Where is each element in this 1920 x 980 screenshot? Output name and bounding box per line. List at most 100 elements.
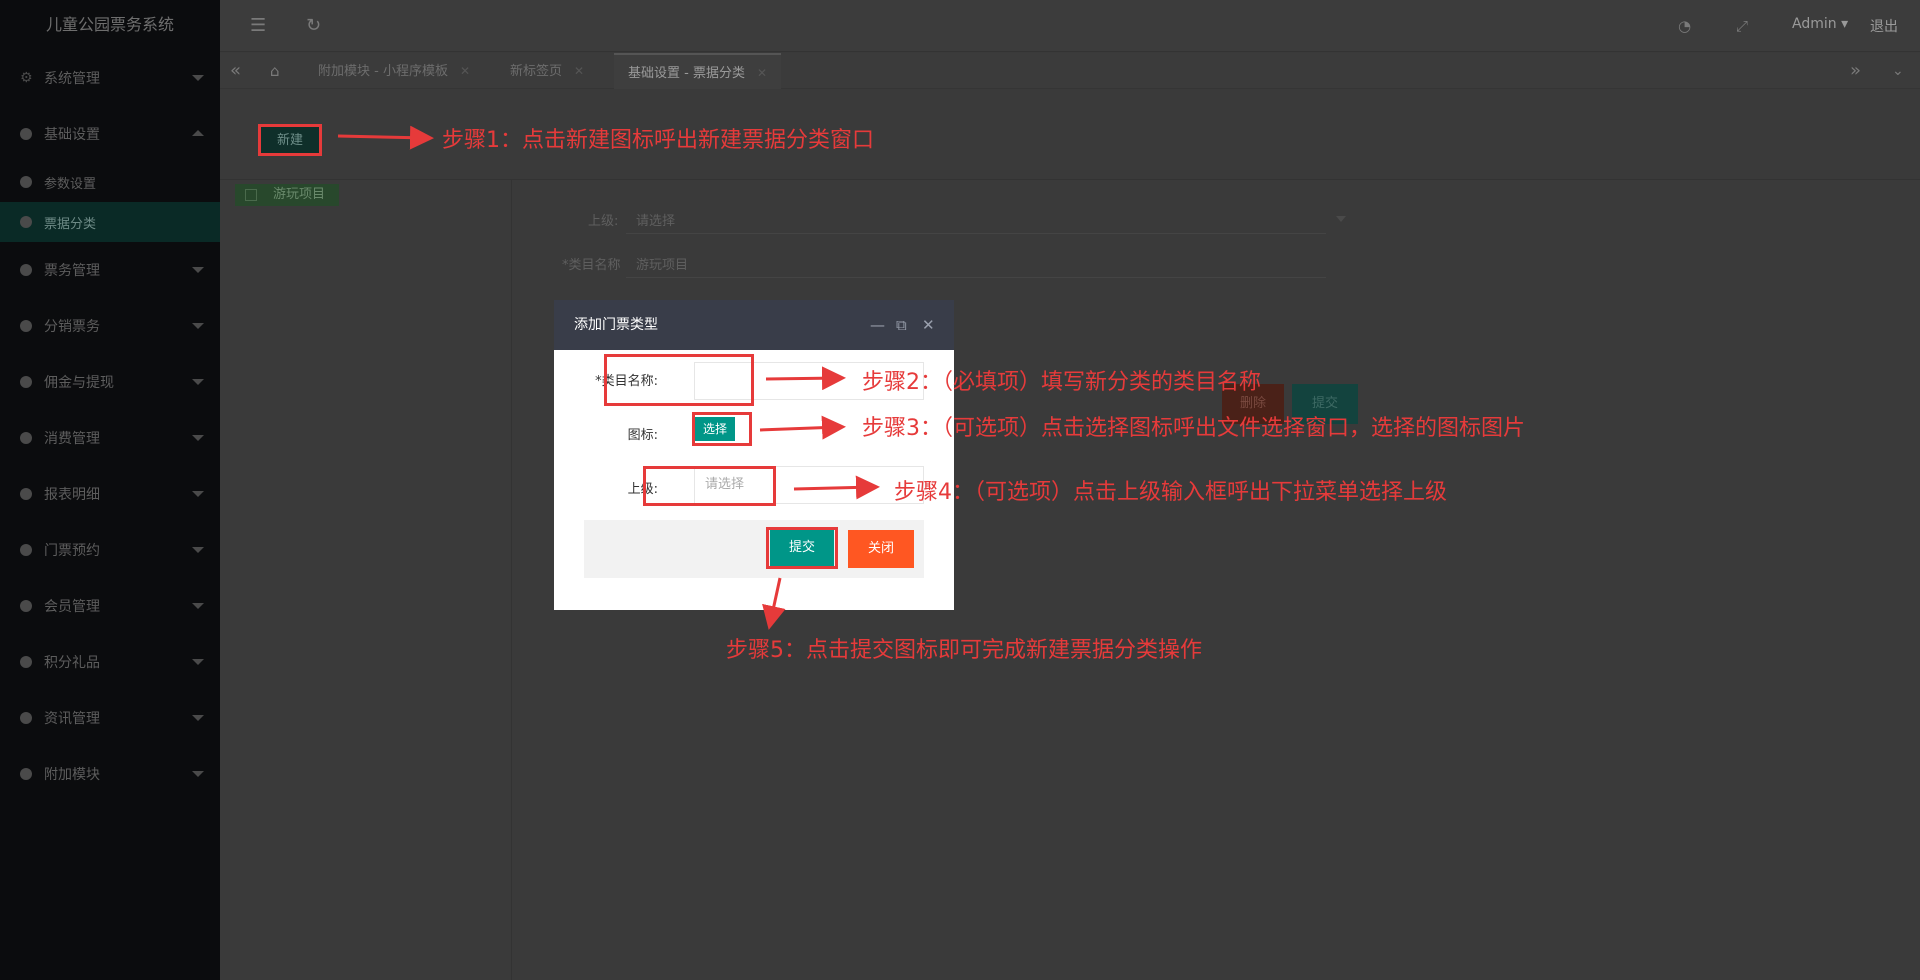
new-button[interactable]: 新建	[258, 124, 322, 156]
sidebar-item-label: 票务管理	[44, 263, 100, 279]
chevron-down-icon	[192, 659, 204, 665]
sidebar-item-label: 佣金与提现	[44, 375, 114, 391]
tabs-scroll-right-icon[interactable]: »	[1850, 59, 1861, 83]
parent-select[interactable]: 请选择	[626, 202, 1326, 234]
sidebar-item-label: 系统管理	[44, 71, 100, 87]
sidebar-item-points-gifts[interactable]: 积分礼品	[0, 634, 220, 690]
sidebar-subitem-label: 参数设置	[44, 176, 97, 192]
chevron-up-icon	[192, 130, 204, 136]
dialog-title: 添加门票类型	[574, 317, 658, 333]
annotation-box	[766, 527, 838, 569]
home-icon[interactable]: ⌂	[270, 59, 280, 83]
sidebar-item-addons[interactable]: 附加模块	[0, 746, 220, 802]
category-name-label: *类目名称	[562, 258, 621, 273]
circle-icon	[20, 656, 32, 668]
theme-icon[interactable]: ◔	[1678, 14, 1691, 38]
sidebar-item-consumption[interactable]: 消费管理	[0, 410, 220, 466]
sidebar-item-news[interactable]: 资讯管理	[0, 690, 220, 746]
sidebar-item-basic-settings[interactable]: 基础设置	[0, 106, 220, 162]
circle-icon	[20, 176, 32, 188]
close-icon[interactable]: ✕	[574, 64, 584, 78]
circle-icon	[20, 768, 32, 780]
refresh-icon[interactable]: ↻	[306, 14, 321, 38]
sidebar-item-label: 会员管理	[44, 599, 100, 615]
user-menu[interactable]: Admin ▾	[1792, 16, 1848, 32]
circle-icon	[20, 432, 32, 444]
chevron-down-icon	[192, 323, 204, 329]
circle-icon	[20, 320, 32, 332]
sidebar-item-booking[interactable]: 门票预约	[0, 522, 220, 578]
tab-new[interactable]: 新标签页 ✕	[496, 53, 598, 89]
maximize-icon[interactable]: ⧉	[896, 300, 907, 350]
sidebar-item-ticketing[interactable]: 票务管理	[0, 242, 220, 298]
step5-annotation: 步骤5：点击提交图标即可完成新建票据分类操作	[726, 638, 1202, 663]
category-name-value: 游玩项目	[636, 258, 689, 273]
chevron-down-icon	[192, 715, 204, 721]
sidebar-item-system[interactable]: ⚙ 系统管理	[0, 50, 220, 106]
category-tree: 游玩项目	[220, 180, 512, 980]
sidebar-item-distribution[interactable]: 分销票务	[0, 298, 220, 354]
sidebar-item-label: 消费管理	[44, 431, 100, 447]
tab-miniprogram-template[interactable]: 附加模块 - 小程序模板 ✕	[304, 53, 484, 89]
chevron-down-icon	[192, 547, 204, 553]
close-button[interactable]: 关闭	[848, 530, 914, 568]
circle-icon	[20, 376, 32, 388]
menu-toggle-icon[interactable]: ☰	[250, 14, 266, 38]
tree-node-label: 游玩项目	[273, 187, 326, 202]
close-icon[interactable]: ✕	[922, 300, 935, 350]
chevron-down-icon	[192, 435, 204, 441]
close-icon[interactable]: ✕	[460, 64, 470, 78]
sidebar-item-reports[interactable]: 报表明细	[0, 466, 220, 522]
sidebar-item-members[interactable]: 会员管理	[0, 578, 220, 634]
chevron-down-icon	[192, 771, 204, 777]
tab-label: 新标签页	[510, 64, 563, 79]
sidebar-subitem-params[interactable]: 参数设置	[0, 162, 220, 202]
sidebar-item-label: 基础设置	[44, 127, 100, 143]
sidebar-item-label: 报表明细	[44, 487, 100, 503]
chevron-down-icon	[192, 75, 204, 81]
circle-icon	[20, 128, 32, 140]
tab-label: 基础设置 - 票据分类	[628, 66, 745, 81]
sidebar-subitem-label: 票据分类	[44, 216, 97, 232]
sidebar-item-label: 门票预约	[44, 543, 100, 559]
top-header: ☰ ↻ ◔ ⤢ Admin ▾ 退出	[220, 0, 1920, 52]
sidebar-subitem-ticket-category[interactable]: 票据分类	[0, 202, 220, 242]
circle-icon	[20, 264, 32, 276]
close-icon[interactable]: ✕	[757, 66, 767, 80]
fullscreen-icon[interactable]: ⤢	[1736, 14, 1748, 38]
step2-annotation: 步骤2：（必填项）填写新分类的类目名称	[862, 370, 1261, 395]
chevron-down-icon[interactable]: ⌄	[1892, 59, 1904, 83]
tab-ticket-category[interactable]: 基础设置 - 票据分类 ✕	[614, 53, 782, 89]
sidebar-item-label: 积分礼品	[44, 655, 100, 671]
minimize-icon[interactable]: —	[870, 300, 885, 350]
chevron-down-icon	[192, 491, 204, 497]
circle-icon	[20, 600, 32, 612]
parent-select-value: 请选择	[636, 214, 676, 229]
logout-link[interactable]: 退出	[1870, 16, 1898, 36]
gear-icon: ⚙	[20, 70, 33, 86]
step4-annotation: 步骤4：（可选项）点击上级输入框呼出下拉菜单选择上级	[894, 480, 1447, 505]
sidebar-item-label: 分销票务	[44, 319, 100, 335]
chevron-down-icon	[192, 603, 204, 609]
tab-label: 附加模块 - 小程序模板	[318, 64, 448, 79]
main-content: 新建 游玩项目 上级: 请选择 *类目名称 游玩项目	[220, 90, 1920, 980]
sidebar-item-label: 资讯管理	[44, 711, 100, 727]
chevron-down-icon	[192, 379, 204, 385]
tabs-scroll-left-icon[interactable]: «	[230, 59, 241, 83]
circle-icon	[20, 488, 32, 500]
tabs-bar: « ⌂ 附加模块 - 小程序模板 ✕ 新标签页 ✕ 基础设置 - 票据分类 ✕ » ⌄	[220, 53, 1920, 89]
step1-annotation: 步骤1：点击新建图标呼出新建票据分类窗口	[442, 128, 874, 153]
circle-icon	[20, 544, 32, 556]
chevron-down-icon	[192, 267, 204, 273]
category-name-input[interactable]: 游玩项目	[626, 246, 1326, 278]
chevron-down-icon	[1336, 216, 1346, 222]
sidebar-item-label: 附加模块	[44, 767, 100, 783]
folder-icon	[245, 189, 257, 201]
step3-annotation: 步骤3：（可选项）点击选择图标呼出文件选择窗口，选择的图标图片	[862, 416, 1525, 441]
annotation-box	[643, 466, 776, 506]
sidebar-item-commission[interactable]: 佣金与提现	[0, 354, 220, 410]
user-name: Admin	[1792, 16, 1837, 32]
annotation-box	[692, 412, 752, 446]
app-logo-title: 儿童公园票务系统	[45, 15, 174, 34]
tree-node[interactable]: 游玩项目	[235, 184, 339, 206]
